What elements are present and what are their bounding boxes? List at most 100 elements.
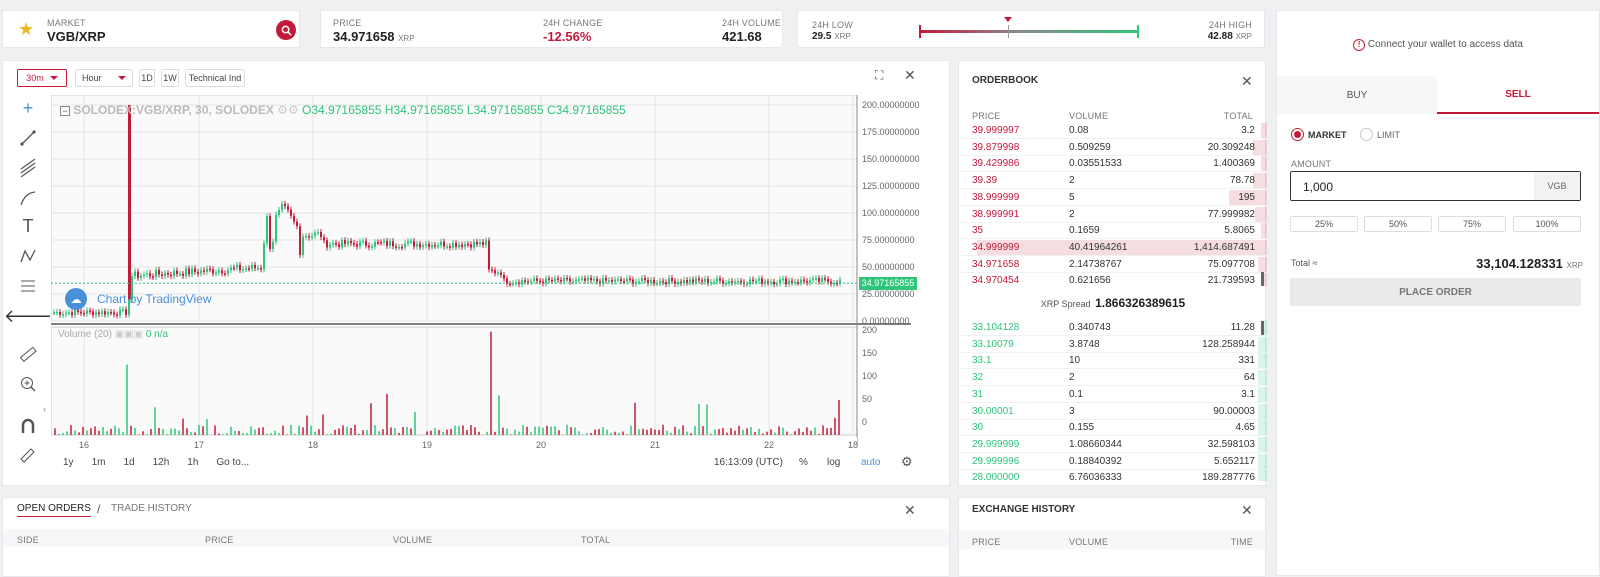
search-button[interactable] <box>276 20 296 40</box>
range-1y-button[interactable]: 1y <box>63 457 74 468</box>
candle-body <box>590 278 592 280</box>
wallet-notice[interactable]: ! Connect your wallet to access data <box>1277 39 1599 51</box>
range-12h-button[interactable]: 12h <box>153 457 170 468</box>
bid-row[interactable]: 28.0000006.76036333189.287776 <box>959 469 1267 481</box>
bid-row[interactable]: 32264 <box>959 369 1267 386</box>
bid-row[interactable]: 33.100793.8748128.258944 <box>959 336 1267 353</box>
candle-body <box>311 236 313 238</box>
zoom-in-icon[interactable] <box>17 373 39 395</box>
goto-button[interactable]: Go to... <box>216 457 249 468</box>
bid-row[interactable]: 300.1554.65 <box>959 419 1267 436</box>
volume-bar <box>66 431 68 435</box>
favorite-star-icon[interactable]: ★ <box>18 20 34 38</box>
ask-row[interactable]: 38.9999995195 <box>959 189 1267 206</box>
place-order-button[interactable]: PLACE ORDER <box>1290 278 1581 306</box>
market-pair[interactable]: VGB/XRP <box>47 29 106 44</box>
back-arrow-icon[interactable]: 🡐 <box>17 305 39 327</box>
lock-drawings-icon[interactable] <box>17 443 39 465</box>
high-unit: XRP <box>1236 32 1252 41</box>
volume-bar <box>542 428 544 435</box>
bid-row[interactable]: 33.110331 <box>959 352 1267 369</box>
percent-toggle[interactable]: % <box>799 457 808 468</box>
volume-bar <box>166 434 168 435</box>
bid-row[interactable]: 33.1041280.34074311.28 <box>959 319 1267 336</box>
volume-bar <box>606 430 608 435</box>
close-icon[interactable]: ✕ <box>904 68 916 82</box>
tradingview-watermark[interactable]: ☁ Chart by TradingView <box>65 288 212 310</box>
pct-100-button[interactable]: 100% <box>1513 216 1581 232</box>
legend-settings-icon[interactable]: ⚙⚙ <box>277 103 299 117</box>
close-icon[interactable]: ✕ <box>904 503 916 517</box>
collapse-toolbar-icon[interactable]: ‹ <box>43 404 46 414</box>
text-tool-icon[interactable]: T <box>17 215 39 237</box>
ask-row[interactable]: 34.9704540.62165621.739593 <box>959 272 1267 286</box>
candle-body <box>644 278 646 280</box>
candle-body <box>95 312 97 315</box>
bid-row[interactable]: 29.9999991.0866034432.598103 <box>959 436 1267 453</box>
pct-25-button[interactable]: 25% <box>1290 216 1358 232</box>
volume-legend-icons[interactable]: ▣▣▣ <box>115 329 146 340</box>
ask-row[interactable]: 34.99999940.419642611,414.687491 <box>959 239 1267 256</box>
candle-body <box>587 278 589 281</box>
tab-open-orders[interactable]: OPEN ORDERS <box>17 503 91 517</box>
tab-buy[interactable]: BUY <box>1277 76 1437 114</box>
asks-scrollbar[interactable] <box>1261 272 1264 286</box>
ruler-tool-icon[interactable] <box>17 343 39 365</box>
market-radio[interactable]: MARKET <box>1291 128 1347 141</box>
chart-settings-gear-icon[interactable]: ⚙ <box>901 454 913 470</box>
auto-toggle[interactable]: auto <box>861 457 880 468</box>
volume-bar <box>674 427 676 435</box>
high-number: 42.88 <box>1208 31 1233 42</box>
pct-50-button[interactable]: 50% <box>1364 216 1432 232</box>
candle-body <box>782 279 784 281</box>
collapse-legend-icon[interactable]: − <box>60 106 70 116</box>
tab-sell[interactable]: SELL <box>1437 76 1599 114</box>
ask-row[interactable]: 39.39278.78 <box>959 172 1267 189</box>
candle-body <box>530 281 532 283</box>
candle-body <box>203 270 205 272</box>
radio-unchecked-icon <box>1360 128 1373 141</box>
ask-row[interactable]: 34.9716582.1473876775.097708 <box>959 256 1267 273</box>
range-1m-button[interactable]: 1m <box>92 457 106 468</box>
volume-bar <box>554 426 556 435</box>
bid-row[interactable]: 30.00001390.00003 <box>959 403 1267 420</box>
range-1h-button[interactable]: 1h <box>187 457 198 468</box>
indicators-button[interactable]: Technical Ind <box>185 69 245 87</box>
ask-row[interactable]: 39.4299860.035515331.400369 <box>959 155 1267 172</box>
close-icon[interactable]: ✕ <box>1241 503 1253 517</box>
range-1d-button[interactable]: 1d <box>123 457 134 468</box>
candle-body <box>356 244 358 247</box>
ask-row[interactable]: 39.8799980.50925920.309248 <box>959 139 1267 156</box>
fullscreen-icon[interactable]: ⛶ <box>875 68 883 83</box>
interval-1d-button[interactable]: 1D <box>139 69 155 87</box>
tab-trade-history[interactable]: TRADE HISTORY <box>111 503 192 514</box>
utc-time[interactable]: 16:13:09 (UTC) <box>714 457 783 468</box>
limit-radio[interactable]: LIMIT <box>1360 128 1400 141</box>
close-icon[interactable]: ✕ <box>1241 74 1253 88</box>
pattern-tool-icon[interactable] <box>17 245 39 267</box>
row-volume: 10 <box>1069 355 1080 366</box>
trendline-tool-icon[interactable] <box>17 127 39 149</box>
ask-row[interactable]: 38.999991277.999982 <box>959 206 1267 223</box>
ask-row[interactable]: 350.16595.8065 <box>959 222 1267 239</box>
log-toggle[interactable]: log <box>827 457 840 468</box>
ask-row[interactable]: 39.9999970.083.2 <box>959 122 1267 139</box>
candle-body <box>773 282 775 284</box>
volume-bar <box>378 431 380 435</box>
magnet-icon[interactable] <box>17 415 39 437</box>
bid-row[interactable]: 29.9999960.188403925.652117 <box>959 453 1267 470</box>
amount-field[interactable]: 1,000 VGB <box>1290 171 1581 201</box>
interval-select[interactable]: 30m <box>17 69 67 87</box>
bids-scrollbar[interactable] <box>1261 321 1264 335</box>
row-volume: 0.155 <box>1069 422 1094 433</box>
crosshair-tool-icon[interactable]: + <box>17 97 39 119</box>
interval-1w-button[interactable]: 1W <box>161 69 179 87</box>
fib-tool-icon[interactable] <box>17 157 39 179</box>
measure-tool-icon[interactable] <box>17 275 39 297</box>
candle-body <box>344 240 346 244</box>
volume-bar <box>414 412 416 435</box>
bid-row[interactable]: 310.13.1 <box>959 386 1267 403</box>
resolution-select[interactable]: Hour <box>75 69 133 87</box>
pct-75-button[interactable]: 75% <box>1438 216 1506 232</box>
brush-tool-icon[interactable] <box>17 187 39 209</box>
